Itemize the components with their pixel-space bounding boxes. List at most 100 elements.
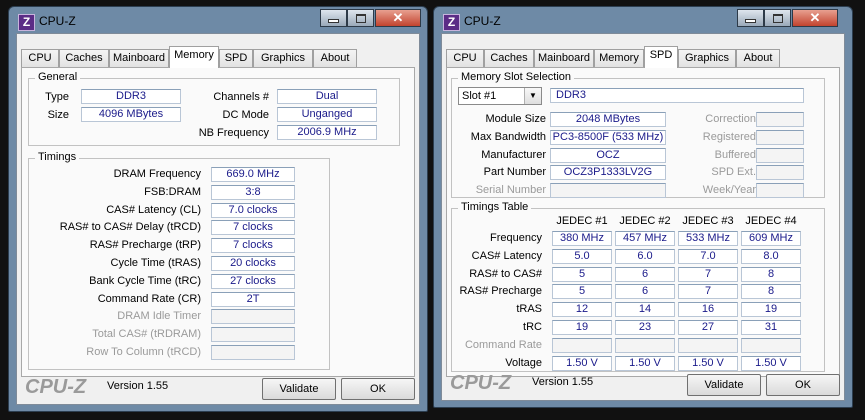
tab-graphics[interactable]: Graphics	[253, 49, 313, 67]
timing-cell: 19	[552, 320, 612, 335]
maximize-button[interactable]	[764, 9, 791, 27]
timing-label: Row To Column (tRCD)	[86, 346, 201, 358]
timing-label: RAS# to CAS# Delay (tRCD)	[59, 221, 201, 234]
timing-cell: 1.50 V	[615, 355, 675, 371]
close-button[interactable]: ✕	[375, 9, 421, 27]
timing-label: Cycle Time (tRAS)	[110, 257, 201, 269]
timing-value	[211, 345, 295, 360]
timing-label: RAS# Precharge (tRP)	[89, 239, 201, 252]
timing-value	[211, 327, 295, 343]
minimize-button[interactable]	[320, 9, 347, 27]
timing-cell: 7	[678, 266, 738, 282]
timing-cell: 5	[552, 266, 612, 282]
slot-type-value: DDR3	[550, 88, 804, 103]
minimize-icon	[328, 19, 339, 23]
dcmode-label: DC Mode	[222, 109, 269, 121]
module-field-value: OCZ	[550, 147, 666, 163]
size-label: Size	[47, 109, 69, 121]
slot-dropdown[interactable]: Slot #1 ▼	[458, 87, 542, 105]
module-flag-label: SPD Ext.	[711, 166, 756, 179]
module-flag-value	[756, 165, 804, 181]
timing-row-label: Command Rate	[464, 338, 542, 351]
module-field-value: 2048 MBytes	[550, 112, 666, 127]
channels-label: Channels #	[213, 91, 269, 103]
title-bar[interactable]: Z CPU-Z ✕	[9, 7, 427, 33]
timing-cell: 19	[741, 302, 801, 318]
spd-panel: Memory Slot Selection Slot #1 ▼ DDR3 Mod…	[446, 67, 840, 377]
window-content: CPU Caches Mainboard Memory SPD Graphics…	[441, 33, 845, 401]
close-button[interactable]: ✕	[792, 9, 838, 27]
module-flag-label: Correction	[705, 113, 756, 125]
module-field-label: Serial Number	[475, 184, 546, 197]
timing-cell: 609 MHz	[741, 231, 801, 246]
maximize-icon	[772, 13, 783, 23]
timing-row-label: Voltage	[505, 356, 542, 369]
jedec-column-header: JEDEC #1	[556, 215, 608, 227]
timings-group: Timings DRAM Frequency 669.0 MHz FSB:DRAM 3…	[28, 151, 330, 370]
timing-row-label: Frequency	[490, 232, 542, 244]
timing-cell: 27	[678, 320, 738, 335]
minimize-button[interactable]	[737, 9, 764, 27]
tab-caches[interactable]: Caches	[59, 49, 109, 67]
timing-value: 3:8	[211, 184, 295, 200]
timing-cell: 7.0	[678, 248, 738, 264]
size-value: 4096 MBytes	[81, 107, 181, 122]
dcmode-value: Unganged	[277, 107, 377, 122]
module-flag-value	[756, 183, 804, 199]
tab-memory[interactable]: Memory	[594, 49, 644, 67]
nb-frequency-label: NB Frequency	[198, 127, 269, 139]
ok-button[interactable]: OK	[766, 374, 840, 396]
module-flag-label: Buffered	[714, 148, 756, 161]
timing-label: DRAM Frequency	[113, 168, 201, 180]
window-content: CPU Caches Mainboard Memory SPD Graphics…	[16, 33, 420, 405]
module-field-label: Module Size	[485, 113, 546, 125]
validate-button[interactable]: Validate	[687, 374, 761, 396]
tab-mainboard[interactable]: Mainboard	[109, 49, 169, 67]
chevron-down-icon[interactable]: ▼	[524, 88, 541, 104]
window-title: CPU-Z	[464, 14, 501, 28]
maximize-button[interactable]	[347, 9, 374, 27]
cpuz-logo: CPU-Z	[450, 372, 512, 394]
tab-mainboard[interactable]: Mainboard	[534, 49, 594, 67]
timing-cell: 5	[552, 284, 612, 300]
timing-row-label: CAS# Latency	[471, 249, 542, 262]
timing-cell: 12	[552, 302, 612, 318]
type-value: DDR3	[81, 89, 181, 104]
general-group: General Type DDR3 Size 4096 MBytes Chann…	[28, 71, 400, 146]
tab-spd[interactable]: SPD	[644, 46, 678, 68]
timing-cell: 457 MHz	[615, 231, 675, 246]
memory-panel: General Type DDR3 Size 4096 MBytes Chann…	[21, 67, 415, 377]
timing-label: CAS# Latency (CL)	[106, 203, 201, 216]
timing-cell: 6	[615, 266, 675, 282]
timing-cell: 5.0	[552, 248, 612, 264]
validate-button[interactable]: Validate	[262, 378, 336, 400]
tab-cpu[interactable]: CPU	[21, 49, 59, 67]
timing-label: Command Rate (CR)	[97, 292, 201, 305]
title-bar[interactable]: Z CPU-Z ✕	[434, 7, 852, 33]
timing-cell	[615, 337, 675, 353]
slot-selection-group: Memory Slot Selection Slot #1 ▼ DDR3 Mod…	[451, 71, 825, 199]
tab-memory[interactable]: Memory	[169, 46, 219, 68]
timing-row-label: RAS# to CAS#	[469, 267, 542, 280]
tab-about[interactable]: About	[736, 49, 780, 67]
tab-graphics[interactable]: Graphics	[678, 49, 736, 67]
timing-value: 20 clocks	[211, 256, 295, 271]
timing-cell: 1.50 V	[741, 355, 801, 371]
cpuz-app-icon: Z	[18, 14, 35, 31]
timing-row-label: tRAS	[516, 303, 542, 316]
module-field-value: OCZ3P1333LV2G	[550, 165, 666, 181]
tab-cpu[interactable]: CPU	[446, 49, 484, 67]
timing-cell: 6.0	[615, 248, 675, 264]
tab-caches[interactable]: Caches	[484, 49, 534, 67]
timing-cell: 1.50 V	[678, 355, 738, 371]
tab-spd[interactable]: SPD	[219, 49, 253, 67]
ok-button[interactable]: OK	[341, 378, 415, 400]
timings-table-title: Timings Table	[458, 201, 532, 213]
module-flag-value	[756, 129, 804, 145]
timing-value: 7.0 clocks	[211, 202, 295, 218]
tab-about[interactable]: About	[313, 49, 357, 67]
channels-value: Dual	[277, 89, 377, 104]
timing-cell: 6	[615, 284, 675, 300]
timing-cell: 31	[741, 320, 801, 335]
cpuz-window-spd: Z CPU-Z ✕ CPU Caches Mainboard Memory SP…	[433, 6, 853, 408]
